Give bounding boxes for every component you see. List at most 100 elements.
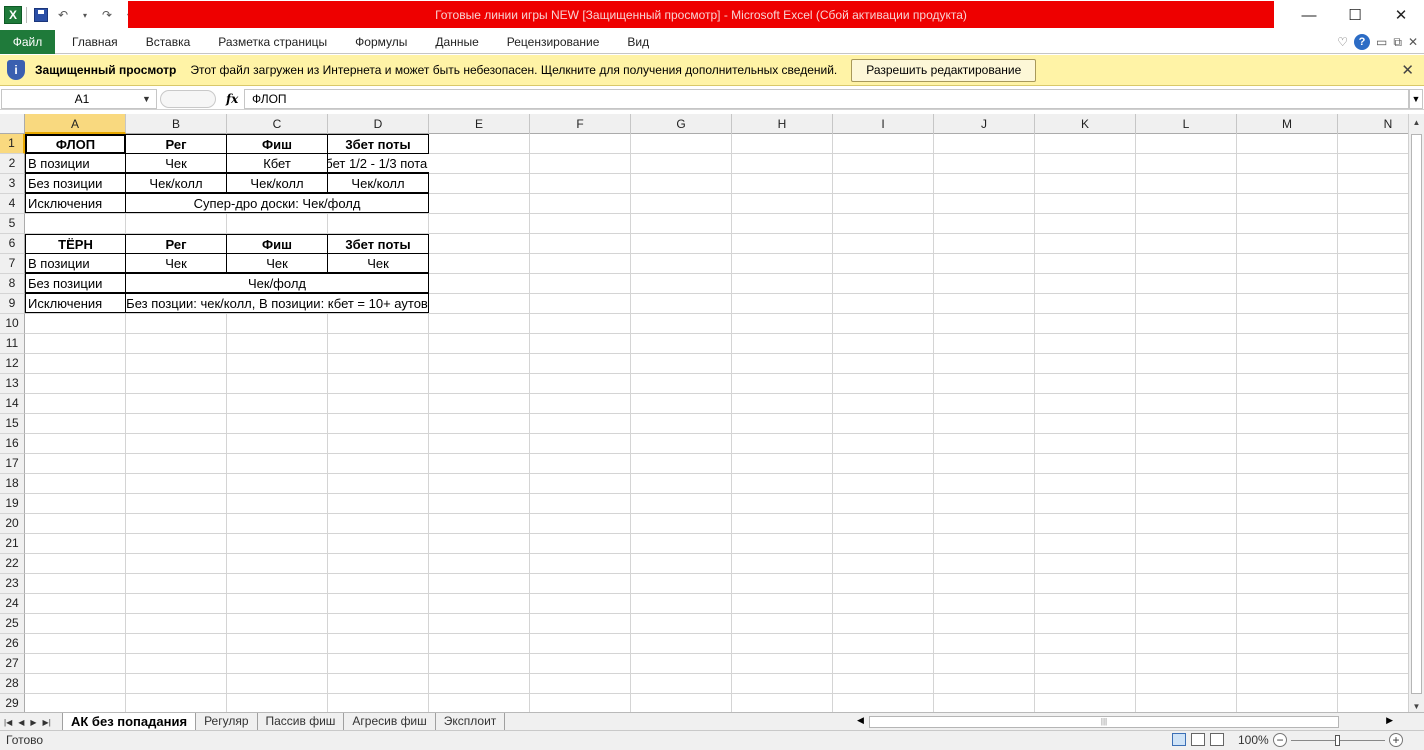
- save-button[interactable]: [31, 4, 51, 26]
- row-header-25[interactable]: 25: [0, 614, 25, 634]
- tab-data[interactable]: Данные: [421, 30, 492, 54]
- sheet-tab-regular[interactable]: Регуляр: [196, 713, 258, 731]
- cell-b1[interactable]: Рег: [125, 134, 227, 154]
- page-layout-view-icon[interactable]: [1191, 733, 1205, 746]
- column-header-f[interactable]: F: [530, 114, 631, 134]
- row-header-15[interactable]: 15: [0, 414, 25, 434]
- horizontal-scroll-thumb[interactable]: |||: [869, 716, 1339, 728]
- protected-view-bar[interactable]: i Защищенный просмотр Этот файл загружен…: [0, 55, 1424, 86]
- cell-a6[interactable]: ТЁРН: [25, 234, 126, 254]
- row-header-10[interactable]: 10: [0, 314, 25, 334]
- cell-c6[interactable]: Фиш: [226, 234, 328, 254]
- tab-file[interactable]: Файл: [0, 30, 55, 54]
- tab-page-layout[interactable]: Разметка страницы: [204, 30, 341, 54]
- row-header-2[interactable]: 2: [0, 154, 25, 174]
- expand-formula-bar-button[interactable]: ▼: [1409, 89, 1423, 109]
- zoom-in-icon[interactable]: +: [1389, 733, 1403, 747]
- cell-a8[interactable]: Без позиции: [25, 273, 126, 293]
- vertical-scrollbar[interactable]: ▲ ▼: [1408, 114, 1424, 714]
- minimize-button[interactable]: —: [1286, 0, 1332, 30]
- protected-view-message[interactable]: Этот файл загружен из Интернета и может …: [190, 63, 837, 77]
- sheet-tab-exploit[interactable]: Эксплоит: [436, 713, 506, 731]
- column-header-e[interactable]: E: [429, 114, 530, 134]
- cell-c3[interactable]: Чек/колл: [226, 173, 328, 193]
- row-header-9[interactable]: 9: [0, 294, 25, 314]
- window-minimize-icon[interactable]: ▭: [1376, 35, 1387, 49]
- close-icon[interactable]: ✕: [1401, 61, 1414, 79]
- row-header-7[interactable]: 7: [0, 254, 25, 274]
- column-header-m[interactable]: M: [1237, 114, 1338, 134]
- tab-insert[interactable]: Вставка: [132, 30, 205, 54]
- help-icon[interactable]: ?: [1354, 34, 1371, 50]
- scroll-right-icon[interactable]: ▶: [1386, 715, 1393, 726]
- cell-c1[interactable]: Фиш: [226, 134, 328, 154]
- row-header-5[interactable]: 5: [0, 214, 25, 234]
- column-header-h[interactable]: H: [732, 114, 833, 134]
- sheet-tab-passive-fish[interactable]: Пассив фиш: [258, 713, 345, 731]
- cell-a9[interactable]: Исключения: [25, 293, 126, 313]
- row-header-3[interactable]: 3: [0, 174, 25, 194]
- undo-dropdown[interactable]: ▾: [75, 4, 95, 26]
- row-header-14[interactable]: 14: [0, 394, 25, 414]
- cell-d1[interactable]: 3бет поты: [327, 134, 429, 154]
- row-header-8[interactable]: 8: [0, 274, 25, 294]
- cell-d2[interactable]: Кбет 1/2 - 1/3 пота: [327, 153, 429, 173]
- cell-b2[interactable]: Чек: [125, 153, 227, 173]
- row-header-21[interactable]: 21: [0, 534, 25, 554]
- vertical-scroll-thumb[interactable]: [1411, 134, 1422, 694]
- row-header-29[interactable]: 29: [0, 694, 25, 714]
- row-header-4[interactable]: 4: [0, 194, 25, 214]
- enable-editing-button[interactable]: Разрешить редактирование: [851, 58, 1037, 82]
- tab-formulas[interactable]: Формулы: [341, 30, 421, 54]
- cell-d6[interactable]: 3бет поты: [327, 234, 429, 254]
- zoom-slider-thumb[interactable]: [1335, 735, 1340, 746]
- redo-button[interactable]: ↷: [97, 4, 117, 26]
- row-header-1[interactable]: 1: [0, 134, 25, 154]
- cell-a4[interactable]: Исключения: [25, 193, 126, 213]
- excel-logo-icon[interactable]: X: [4, 6, 22, 24]
- cell-a7[interactable]: В позиции: [25, 253, 126, 273]
- row-header-28[interactable]: 28: [0, 674, 25, 694]
- zoom-out-icon[interactable]: −: [1273, 733, 1287, 747]
- row-header-19[interactable]: 19: [0, 494, 25, 514]
- first-sheet-icon[interactable]: |◀: [4, 718, 12, 727]
- row-header-11[interactable]: 11: [0, 334, 25, 354]
- cell-b3[interactable]: Чек/колл: [125, 173, 227, 193]
- ribbon-collapse-icon[interactable]: ♡: [1337, 35, 1348, 49]
- row-header-20[interactable]: 20: [0, 514, 25, 534]
- row-header-23[interactable]: 23: [0, 574, 25, 594]
- column-header-l[interactable]: L: [1136, 114, 1237, 134]
- cell-a2[interactable]: В позиции: [25, 153, 126, 173]
- sheet-tab-aggressive-fish[interactable]: Агресив фиш: [344, 713, 436, 731]
- column-header-i[interactable]: I: [833, 114, 934, 134]
- cell-c2[interactable]: Кбет: [226, 153, 328, 173]
- select-all-corner[interactable]: [0, 114, 25, 134]
- prev-sheet-icon[interactable]: ◀: [18, 718, 24, 727]
- cell-a3[interactable]: Без позиции: [25, 173, 126, 193]
- page-break-view-icon[interactable]: [1210, 733, 1224, 746]
- row-header-13[interactable]: 13: [0, 374, 25, 394]
- column-header-j[interactable]: J: [934, 114, 1035, 134]
- column-header-d[interactable]: D: [328, 114, 429, 134]
- undo-button[interactable]: ↶: [53, 4, 73, 26]
- column-header-b[interactable]: B: [126, 114, 227, 134]
- row-header-16[interactable]: 16: [0, 434, 25, 454]
- next-sheet-icon[interactable]: ▶: [30, 718, 36, 727]
- row-header-17[interactable]: 17: [0, 454, 25, 474]
- cell-d7[interactable]: Чек: [327, 253, 429, 273]
- row-header-26[interactable]: 26: [0, 634, 25, 654]
- zoom-level[interactable]: 100%: [1238, 733, 1269, 747]
- scroll-up-icon[interactable]: ▲: [1409, 114, 1424, 130]
- name-box[interactable]: A1 ▼: [1, 89, 157, 109]
- column-header-c[interactable]: C: [227, 114, 328, 134]
- maximize-button[interactable]: ☐: [1332, 0, 1378, 30]
- tab-view[interactable]: Вид: [613, 30, 663, 54]
- cell-b8-merged[interactable]: Чек/фолд: [125, 273, 429, 293]
- cell-b9-merged[interactable]: Без позции: чек/колл, В позиции: кбет = …: [125, 293, 429, 313]
- cell-b7[interactable]: Чек: [125, 253, 227, 273]
- window-restore-icon[interactable]: ⧉: [1393, 35, 1402, 50]
- cell-b6[interactable]: Рег: [125, 234, 227, 254]
- last-sheet-icon[interactable]: ▶|: [43, 718, 51, 727]
- window-close-icon[interactable]: ✕: [1408, 35, 1418, 49]
- cell-area[interactable]: ФЛОП Рег Фиш 3бет поты В позиции Чек Кбе…: [25, 134, 1408, 714]
